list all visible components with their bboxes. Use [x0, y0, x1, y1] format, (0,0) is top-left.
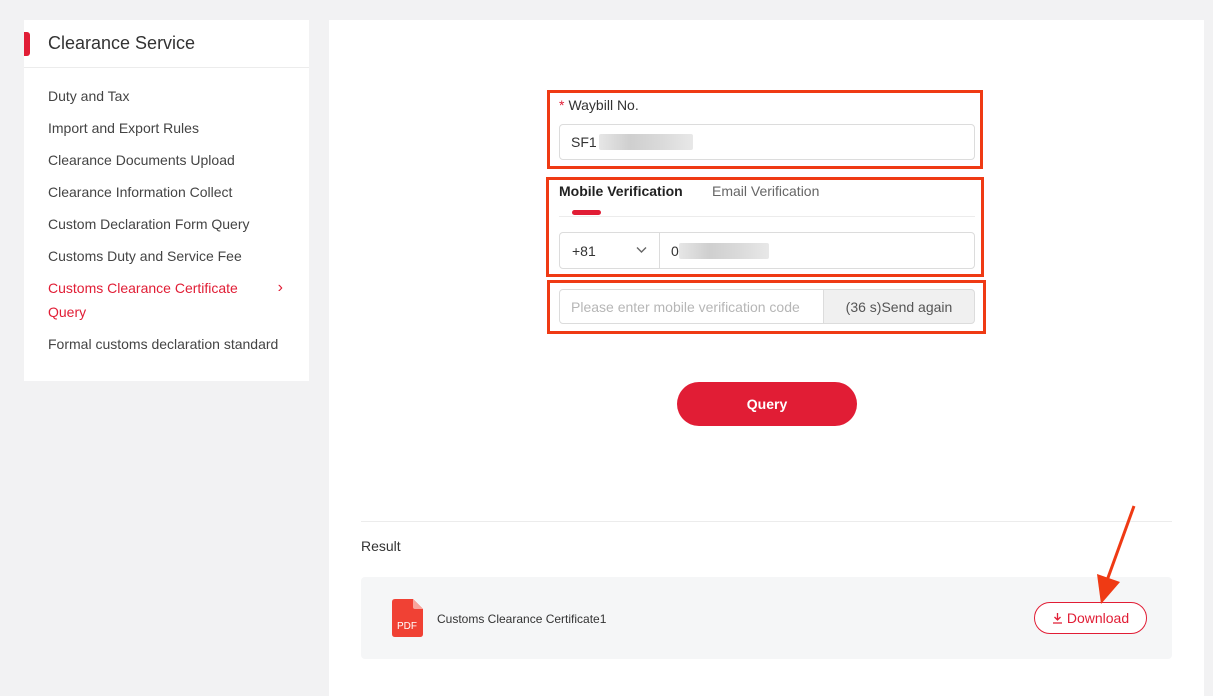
- country-code-value: +81: [572, 242, 596, 259]
- result-label: Result: [361, 538, 401, 554]
- main-panel: * Waybill No. SF1 Mobile Verification Ema…: [329, 20, 1204, 696]
- sidebar-item-duty-and-tax[interactable]: Duty and Tax: [24, 84, 309, 108]
- phone-input[interactable]: 0: [660, 233, 974, 268]
- tab-active-indicator: [572, 210, 601, 215]
- sidebar-header: Clearance Service: [24, 20, 309, 68]
- verification-code-placeholder: Please enter mobile verification code: [571, 298, 800, 315]
- verification-code-input[interactable]: Please enter mobile verification code: [559, 289, 824, 324]
- sidebar-accent-bar: [24, 32, 30, 56]
- sidebar-item-clearance-documents-upload[interactable]: Clearance Documents Upload: [24, 148, 309, 172]
- annotation-arrow-icon: [1097, 505, 1136, 604]
- sidebar-title: Clearance Service: [48, 33, 196, 53]
- sidebar-item-label: Customs Clearance Certificate Query: [48, 280, 238, 320]
- tab-divider: [559, 216, 975, 217]
- waybill-label: * Waybill No.: [559, 97, 639, 113]
- sidebar-item-customs-clearance-certificate-query[interactable]: Customs Clearance Certificate Query ›: [24, 276, 309, 324]
- result-divider: [361, 521, 1172, 522]
- sidebar-item-customs-duty-service-fee[interactable]: Customs Duty and Service Fee: [24, 244, 309, 268]
- tab-mobile-verification[interactable]: Mobile Verification: [559, 183, 683, 199]
- sidebar-item-formal-customs-declaration-standard[interactable]: Formal customs declaration standard: [24, 332, 309, 356]
- waybill-value: SF1: [571, 134, 597, 150]
- tab-email-verification[interactable]: Email Verification: [712, 183, 819, 199]
- waybill-input[interactable]: SF1: [559, 124, 975, 160]
- required-mark: *: [559, 97, 565, 113]
- waybill-redacted: [598, 134, 693, 150]
- sidebar-item-import-export-rules[interactable]: Import and Export Rules: [24, 116, 309, 140]
- waybill-label-text: Waybill No.: [568, 97, 639, 113]
- country-code-select[interactable]: +81: [560, 233, 660, 268]
- sidebar-menu: Duty and Tax Import and Export Rules Cle…: [24, 68, 309, 356]
- query-button[interactable]: Query: [677, 382, 857, 426]
- phone-redacted: [678, 242, 769, 259]
- chevron-down-icon: [636, 247, 647, 253]
- download-icon: [1052, 613, 1062, 624]
- phone-input-group: +81 0: [559, 232, 975, 269]
- pdf-file-icon: PDF: [392, 599, 423, 637]
- sidebar: Clearance Service Duty and Tax Import an…: [24, 20, 309, 381]
- sidebar-item-clearance-information-collect[interactable]: Clearance Information Collect: [24, 180, 309, 204]
- phone-value: 0: [671, 242, 679, 259]
- chevron-right-icon: ›: [277, 279, 283, 296]
- sidebar-item-custom-declaration-form-query[interactable]: Custom Declaration Form Query: [24, 212, 309, 236]
- file-name: Customs Clearance Certificate1: [437, 612, 607, 626]
- result-card: PDF Customs Clearance Certificate1 Downl…: [361, 577, 1172, 659]
- send-again-button[interactable]: (36 s)Send again: [823, 289, 975, 324]
- pdf-badge-text: PDF: [397, 621, 417, 632]
